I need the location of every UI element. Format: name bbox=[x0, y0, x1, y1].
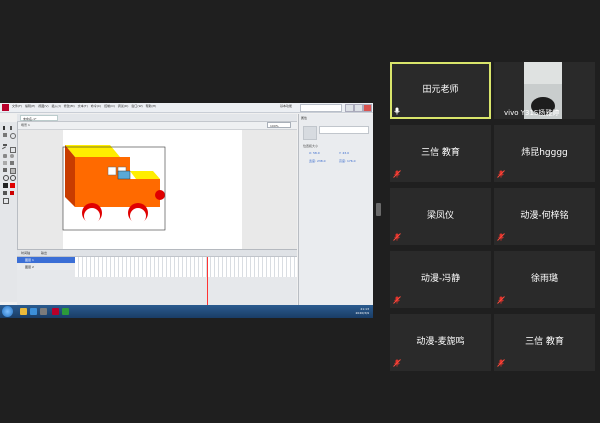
participant-name: 动漫-何梓铭 bbox=[520, 211, 569, 221]
y-value[interactable]: Y: 43.0 bbox=[339, 151, 349, 155]
participant-name: 三信 教育 bbox=[421, 148, 460, 158]
mic-muted-icon bbox=[393, 359, 401, 367]
edit-bar: 场景 1 100% bbox=[17, 122, 297, 130]
flash-menu-items[interactable]: 文件(F) 编辑(E) 视图(V) 插入(I) 修改(M) 文本(T) 命令(C… bbox=[12, 104, 156, 108]
fill-color-swatch[interactable] bbox=[10, 183, 15, 188]
mic-muted-icon bbox=[393, 233, 401, 241]
tools-panel bbox=[0, 122, 18, 302]
height-value[interactable]: 高度: 176.0 bbox=[339, 159, 356, 163]
participant-name: vivo Y31S杨雅婷 bbox=[504, 109, 560, 117]
properties-panel: 属性 位置和大小 X: 58.0 Y: 43.0 宽度: 238.0 高度: 1… bbox=[298, 114, 373, 307]
layer-row-1[interactable]: 图层 1 bbox=[17, 257, 75, 263]
scene-label[interactable]: 场景 1 bbox=[21, 123, 30, 127]
participant-tile[interactable]: 动漫-麦旎鸣 bbox=[390, 314, 491, 371]
shared-screen: 文件(F) 编辑(E) 视图(V) 插入(I) 修改(M) 文本(T) 命令(C… bbox=[0, 103, 373, 318]
mic-active-icon bbox=[394, 107, 400, 115]
mic-muted-icon bbox=[497, 296, 505, 304]
participant-tile[interactable]: 田元老师 bbox=[390, 62, 491, 119]
participant-tile[interactable]: 徐雨璐 bbox=[494, 251, 595, 308]
workspace-switcher[interactable]: 基本功能 bbox=[280, 104, 292, 108]
ie-icon[interactable] bbox=[30, 308, 37, 315]
mic-muted-icon bbox=[393, 170, 401, 178]
zoom-tool-icon[interactable] bbox=[10, 175, 16, 181]
panel-splitter-handle[interactable] bbox=[376, 203, 381, 216]
close-icon[interactable] bbox=[363, 104, 372, 112]
participant-name: 三信 教育 bbox=[525, 337, 564, 347]
x-value[interactable]: X: 58.0 bbox=[309, 151, 320, 155]
system-clock: 21:13 2020/3/9 bbox=[356, 307, 369, 315]
selection-tool-icon[interactable] bbox=[3, 126, 9, 130]
car-body bbox=[75, 157, 130, 207]
eraser-tool-icon[interactable] bbox=[10, 168, 16, 174]
maximize-icon[interactable] bbox=[354, 104, 363, 112]
eyedropper-tool-icon[interactable] bbox=[3, 168, 7, 172]
bone-tool-icon[interactable] bbox=[3, 161, 7, 165]
transform-tool-icon[interactable] bbox=[3, 133, 7, 137]
participant-name: 田元老师 bbox=[422, 85, 459, 95]
document-tab-bar: 未命名-1* bbox=[17, 114, 297, 122]
paint-bucket-tool-icon[interactable] bbox=[10, 161, 14, 165]
position-size-label: 位置和大小 bbox=[303, 144, 319, 148]
car-hood-top bbox=[130, 171, 160, 179]
car-bumper bbox=[155, 190, 165, 200]
hand-tool-icon[interactable] bbox=[3, 175, 9, 181]
document-tab[interactable]: 未命名-1* bbox=[20, 115, 58, 121]
instance-icon bbox=[303, 126, 317, 140]
participant-tile[interactable]: 三信 教育 bbox=[390, 125, 491, 182]
clock-date: 2020/3/9 bbox=[355, 311, 369, 315]
instance-name-input[interactable] bbox=[319, 126, 369, 134]
participant-name: 梁凤仪 bbox=[426, 211, 454, 221]
car-window-1 bbox=[107, 166, 117, 176]
help-search-input[interactable] bbox=[300, 104, 342, 112]
start-button[interactable] bbox=[2, 306, 13, 317]
participant-tile[interactable]: 炜昆hgggg bbox=[494, 125, 595, 182]
line-tool-icon[interactable] bbox=[2, 146, 8, 153]
timeline-panel: 时间轴 输出 图层 1 图层 2 bbox=[17, 249, 297, 306]
participant-name: 动漫-冯静 bbox=[420, 274, 461, 284]
playhead[interactable] bbox=[207, 257, 208, 306]
car-drawing[interactable] bbox=[60, 143, 170, 233]
minimize-icon[interactable] bbox=[345, 104, 354, 112]
pencil-tool-icon[interactable] bbox=[3, 154, 7, 158]
flash-logo-icon bbox=[2, 104, 9, 111]
windows-taskbar: 21:13 2020/3/9 bbox=[0, 305, 373, 318]
participant-name: 徐雨璐 bbox=[530, 274, 558, 284]
timeline-tab[interactable]: 时间轴 bbox=[21, 250, 30, 256]
subselect-tool-icon[interactable] bbox=[10, 126, 16, 130]
explorer-icon[interactable] bbox=[20, 308, 27, 315]
participant-name: 动漫-麦旎鸣 bbox=[416, 337, 465, 347]
mic-muted-icon bbox=[393, 296, 401, 304]
zoom-select[interactable]: 100% bbox=[267, 122, 291, 128]
rectangle-tool-icon[interactable] bbox=[10, 147, 16, 153]
output-tab[interactable]: 输出 bbox=[41, 250, 47, 256]
lasso-tool-icon[interactable] bbox=[10, 133, 16, 139]
timeline-header: 时间轴 输出 bbox=[17, 250, 297, 257]
snap-option-icon[interactable] bbox=[3, 198, 9, 204]
swap-colors-icon[interactable] bbox=[3, 191, 7, 195]
layer-row-2[interactable]: 图层 2 bbox=[17, 264, 75, 270]
car-wheel-front-hub bbox=[130, 208, 146, 224]
participant-tile[interactable]: 动漫-冯静 bbox=[390, 251, 491, 308]
mic-muted-icon bbox=[497, 170, 505, 178]
car-wheel-back-hub bbox=[84, 208, 100, 224]
participant-name: 炜昆hgggg bbox=[521, 148, 568, 158]
mic-muted-icon bbox=[497, 233, 505, 241]
text-tool-icon[interactable] bbox=[10, 140, 14, 144]
mic-muted-icon bbox=[497, 359, 505, 367]
brush-tool-icon[interactable] bbox=[10, 154, 14, 158]
participant-tile[interactable]: 梁凤仪 bbox=[390, 188, 491, 245]
default-colors-icon[interactable] bbox=[10, 191, 14, 195]
flash-menubar: 文件(F) 编辑(E) 视图(V) 插入(I) 修改(M) 文本(T) 命令(C… bbox=[0, 103, 373, 113]
app-icon[interactable] bbox=[62, 308, 69, 315]
participant-tile[interactable]: vivo Y31S杨雅婷 bbox=[494, 62, 595, 119]
participant-tile[interactable]: 三信 教育 bbox=[494, 314, 595, 371]
car-window-3 bbox=[117, 170, 131, 180]
stroke-color-swatch[interactable] bbox=[3, 183, 8, 188]
media-icon[interactable] bbox=[40, 308, 47, 315]
participant-tile[interactable]: 动漫-何梓铭 bbox=[494, 188, 595, 245]
properties-tab[interactable]: 属性 bbox=[301, 116, 307, 120]
frame-grid[interactable] bbox=[75, 257, 297, 277]
width-value[interactable]: 宽度: 238.0 bbox=[309, 159, 326, 163]
flash-taskbar-icon[interactable] bbox=[52, 308, 59, 315]
